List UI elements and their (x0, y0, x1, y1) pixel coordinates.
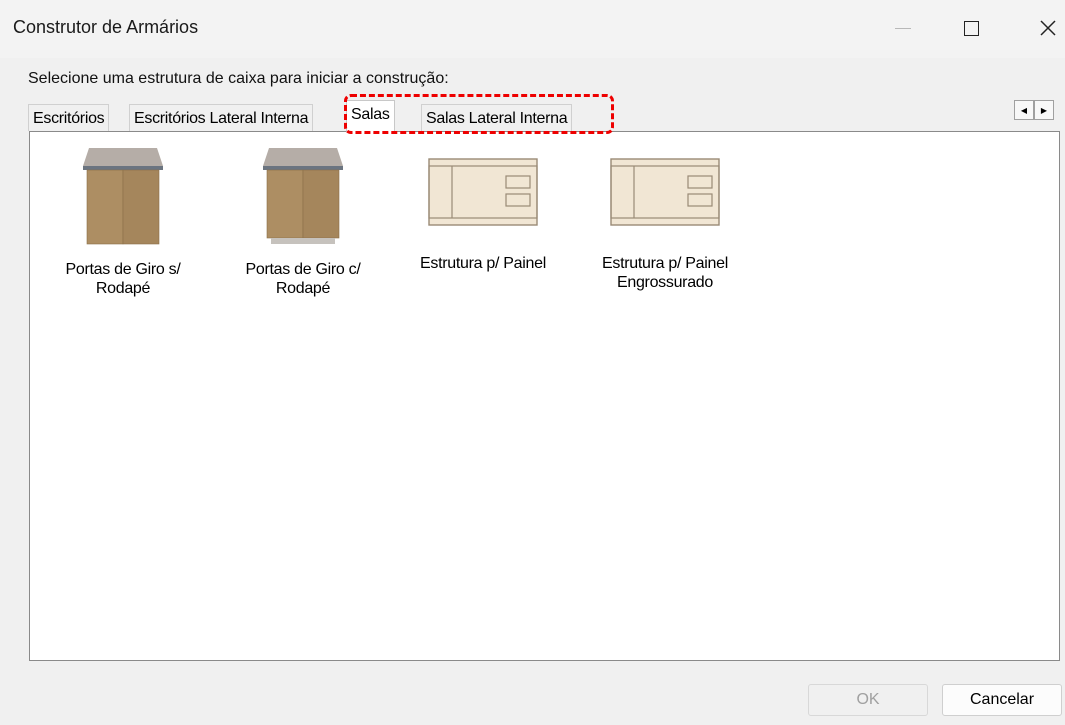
instruction-label: Selecione uma estrutura de caixa para in… (28, 70, 449, 87)
tab-scroll-left-button[interactable]: ◀ (1014, 100, 1034, 120)
ok-button[interactable]: OK (808, 684, 928, 716)
title-bar: Construtor de Armários (0, 0, 1065, 58)
list-item[interactable]: Estrutura p/ Painel Engrossurado (585, 158, 745, 292)
item-label-line1: Portas de Giro c/ (245, 261, 361, 278)
tab-escritorios-lateral-interna[interactable]: Escritórios Lateral Interna (129, 104, 314, 131)
item-label-line2: Engrossurado (616, 274, 714, 291)
panel-structure-icon (610, 158, 720, 226)
tab-salas[interactable]: Salas (346, 100, 395, 132)
item-label-line1: Estrutura p/ Painel (420, 255, 546, 272)
maximize-icon (963, 20, 979, 36)
item-label-line1: Portas de Giro s/ (65, 261, 181, 278)
item-label-line2: Rodapé (275, 280, 331, 297)
close-button[interactable] (1025, 8, 1065, 48)
tab-scroll-right-button[interactable]: ▶ (1034, 100, 1054, 120)
window-title: Construtor de Armários (13, 17, 199, 37)
list-item[interactable]: Portas de Giro s/ Rodapé (43, 146, 203, 298)
list-item[interactable]: Portas de Giro c/ Rodapé (223, 146, 383, 298)
structure-list-panel: Portas de Giro s/ Rodapé Portas de Giro … (29, 131, 1060, 661)
close-icon (1040, 20, 1056, 36)
cancel-button[interactable]: Cancelar (942, 684, 1062, 716)
panel-structure-icon (428, 158, 538, 226)
item-label-line1: Estrutura p/ Painel (602, 255, 728, 272)
maximize-button[interactable] (948, 8, 994, 48)
tab-salas-lateral-interna[interactable]: Salas Lateral Interna (421, 104, 573, 131)
tab-scroll-control: ◀ ▶ (1014, 100, 1054, 120)
cabinet-icon (83, 148, 163, 245)
minimize-icon (895, 27, 911, 29)
minimize-button[interactable] (880, 8, 926, 48)
item-label-line2: Rodapé (95, 280, 151, 297)
cabinet-icon (263, 148, 343, 244)
list-item[interactable]: Estrutura p/ Painel (403, 158, 563, 273)
tab-escritorios[interactable]: Escritórios (28, 104, 110, 131)
